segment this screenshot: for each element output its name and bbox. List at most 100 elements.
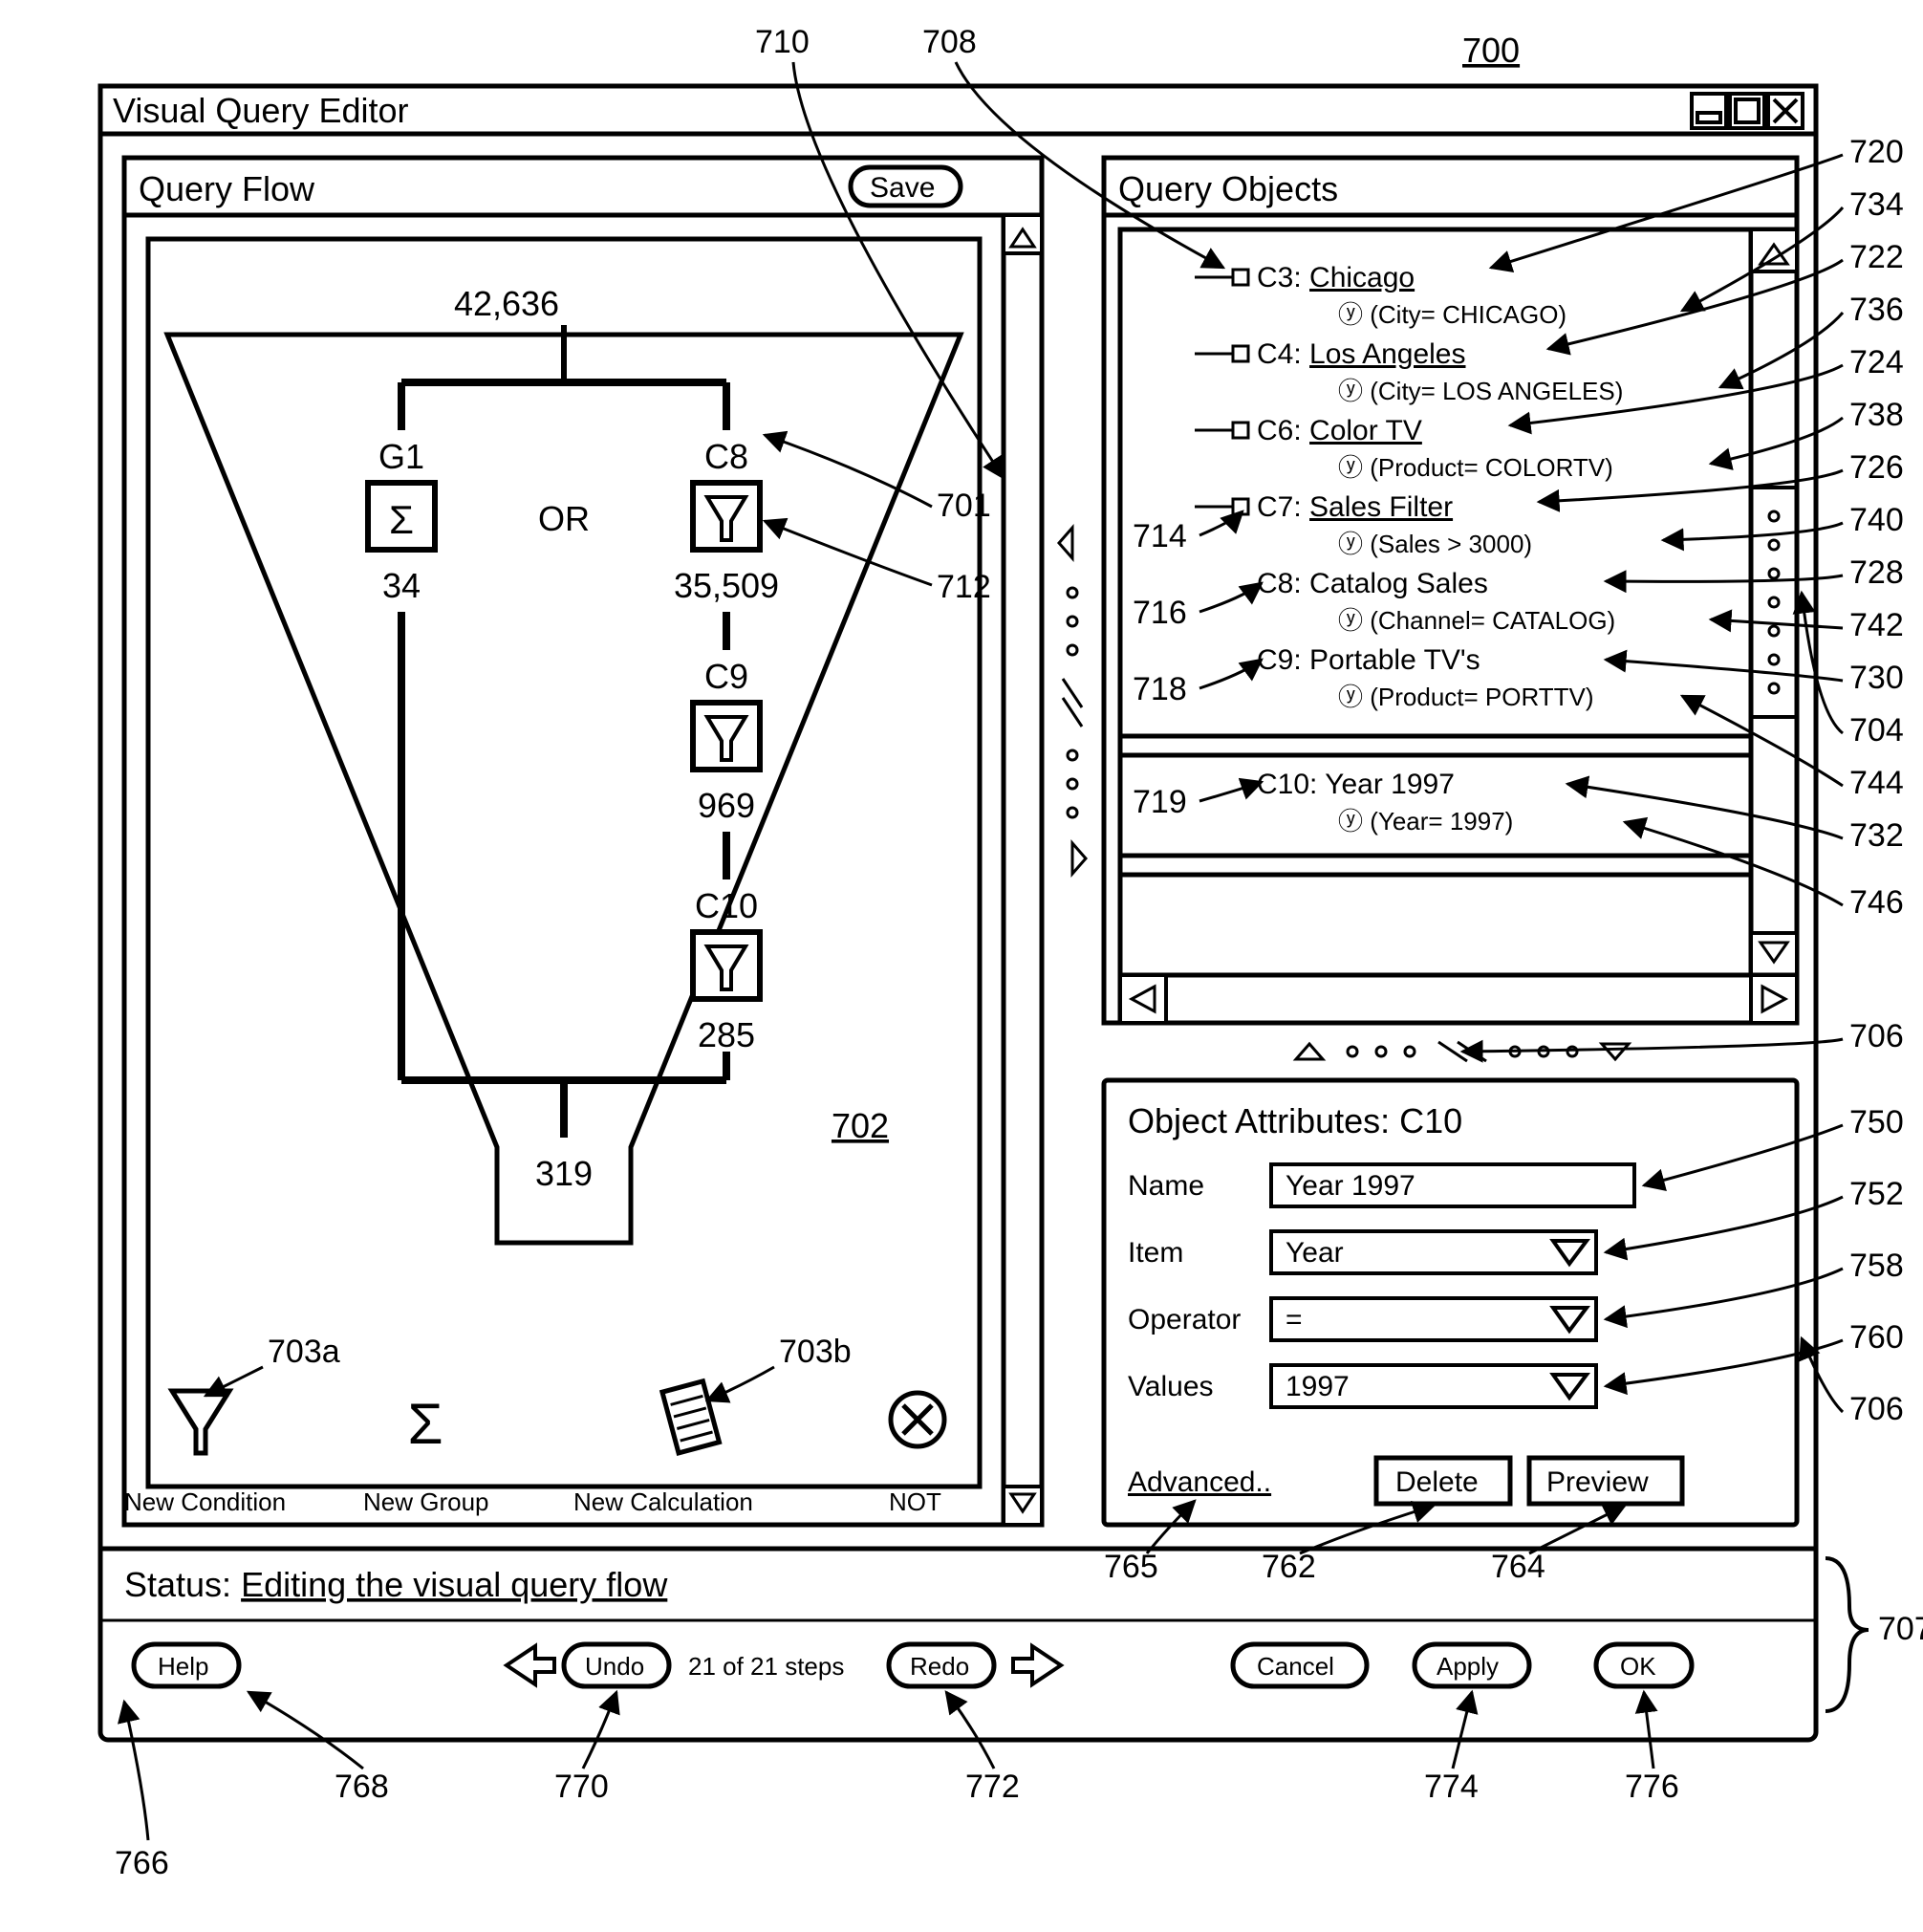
svg-text:C9: Portable TV's: C9: Portable TV's [1257, 644, 1480, 676]
svg-text:710: 710 [755, 24, 810, 60]
svg-text:C7: Sales Filter: C7: Sales Filter [1257, 491, 1453, 523]
scroll-down-icon[interactable] [1004, 1487, 1042, 1525]
svg-text:744: 744 [1849, 765, 1904, 801]
new-group-label: New Group [363, 1487, 489, 1516]
svg-text:719: 719 [1133, 784, 1187, 820]
svg-text:Undo: Undo [585, 1652, 644, 1681]
c8-node[interactable] [693, 483, 760, 550]
svg-text:1997: 1997 [1286, 1371, 1350, 1402]
g1-value: 34 [382, 566, 421, 605]
svg-text:770: 770 [554, 1769, 609, 1805]
svg-text:726: 726 [1849, 449, 1904, 486]
svg-text:Redo: Redo [910, 1652, 969, 1681]
window-title: Visual Query Editor [113, 91, 408, 130]
svg-text:Preview: Preview [1546, 1466, 1649, 1498]
new-condition-label: New Condition [124, 1487, 286, 1516]
svg-text:701: 701 [937, 488, 991, 524]
svg-text:772: 772 [965, 1769, 1020, 1805]
apply-button[interactable]: Apply [1415, 1644, 1529, 1686]
svg-text:732: 732 [1849, 817, 1904, 854]
advanced-link[interactable]: Advanced.. [1128, 1466, 1271, 1498]
svg-text:Save: Save [870, 172, 935, 204]
svg-text:714: 714 [1133, 518, 1187, 554]
svg-text:Year 1997: Year 1997 [1286, 1170, 1415, 1202]
svg-text:707: 707 [1878, 1611, 1923, 1647]
g1-node[interactable]: Σ [368, 483, 435, 550]
cancel-button[interactable]: Cancel [1233, 1644, 1367, 1686]
svg-text:774: 774 [1424, 1769, 1479, 1805]
svg-text:740: 740 [1849, 502, 1904, 538]
svg-text:730: 730 [1849, 660, 1904, 696]
not-label: NOT [889, 1487, 941, 1516]
svg-text:764: 764 [1491, 1549, 1545, 1585]
new-group-button[interactable]: Σ [407, 1392, 443, 1456]
svg-text:760: 760 [1849, 1319, 1904, 1356]
not-button[interactable] [891, 1393, 944, 1446]
svg-text:C6: Color TV: C6: Color TV [1257, 415, 1422, 446]
svg-text:776: 776 [1625, 1769, 1679, 1805]
svg-text:Apply: Apply [1437, 1652, 1499, 1681]
svg-text:752: 752 [1849, 1176, 1904, 1212]
svg-text:762: 762 [1262, 1549, 1316, 1585]
name-input[interactable]: Year 1997 [1271, 1164, 1634, 1206]
svg-text:ⓨ (Channel= CATALOG): ⓨ (Channel= CATALOG) [1338, 606, 1615, 635]
c9-label: C9 [704, 657, 748, 696]
panel-702-label: 702 [832, 1106, 889, 1145]
svg-text:722: 722 [1849, 239, 1904, 275]
query-objects-title: Query Objects [1118, 169, 1338, 208]
funnel-diagram: 42,636 G1 Σ 34 OR C8 35,509 [148, 239, 980, 1487]
svg-text:Year: Year [1286, 1237, 1344, 1269]
svg-text:765: 765 [1104, 1549, 1158, 1585]
main-window: Visual Query Editor Query Flow Save 42,6… [100, 86, 1816, 1740]
svg-text:C4: Los Angeles: C4: Los Angeles [1257, 338, 1466, 370]
values-select[interactable]: 1997 [1271, 1365, 1596, 1407]
svg-text:716: 716 [1133, 595, 1187, 631]
object-attributes-panel: Object Attributes: C10 Name Year 1997 It… [1104, 1080, 1797, 1525]
undo-button[interactable]: Undo [564, 1644, 669, 1686]
c10-label: C10 [695, 886, 758, 925]
svg-text:703b: 703b [779, 1334, 852, 1370]
operator-select[interactable]: = [1271, 1298, 1596, 1340]
save-button[interactable]: Save [851, 167, 961, 206]
svg-text:736: 736 [1849, 292, 1904, 328]
delete-button[interactable]: Delete [1376, 1458, 1510, 1504]
preview-button[interactable]: Preview [1529, 1458, 1682, 1504]
c9-node[interactable] [693, 703, 760, 770]
item-select[interactable]: Year [1271, 1231, 1596, 1273]
operator-label: Operator [1128, 1304, 1241, 1335]
svg-text:Cancel: Cancel [1257, 1652, 1334, 1681]
svg-text:Σ: Σ [407, 1392, 443, 1456]
funnel-bottom-value: 319 [535, 1154, 593, 1193]
or-label: OR [538, 499, 590, 538]
svg-text:706: 706 [1849, 1391, 1904, 1427]
help-button[interactable]: Help [134, 1644, 239, 1686]
item-label: Item [1128, 1237, 1183, 1269]
svg-text:708: 708 [922, 24, 977, 60]
name-label: Name [1128, 1170, 1204, 1202]
svg-text:724: 724 [1849, 344, 1904, 380]
svg-text:=: = [1286, 1304, 1303, 1335]
svg-text:704: 704 [1849, 712, 1904, 749]
sigma-icon: Σ [389, 497, 414, 542]
svg-text:720: 720 [1849, 134, 1904, 170]
steps-label: 21 of 21 steps [688, 1652, 844, 1681]
svg-text:768: 768 [335, 1769, 389, 1805]
svg-text:742: 742 [1849, 607, 1904, 643]
svg-text:C10: Year 1997: C10: Year 1997 [1257, 769, 1455, 800]
svg-text:ⓨ (Product= PORTTV): ⓨ (Product= PORTTV) [1338, 683, 1594, 711]
redo-button[interactable]: Redo [889, 1644, 994, 1686]
c9-value: 969 [698, 786, 755, 825]
svg-text:734: 734 [1849, 186, 1904, 223]
ok-button[interactable]: OK [1596, 1644, 1692, 1686]
status-bar: Status: Editing the visual query flow [124, 1565, 668, 1604]
svg-text:ⓨ (Product= COLORTV): ⓨ (Product= COLORTV) [1338, 453, 1613, 482]
funnel-top-value: 42,636 [454, 284, 559, 323]
svg-text:ⓨ (City= LOS ANGELES): ⓨ (City= LOS ANGELES) [1338, 377, 1623, 405]
svg-text:C8: Catalog Sales: C8: Catalog Sales [1257, 568, 1488, 599]
svg-text:750: 750 [1849, 1104, 1904, 1140]
svg-text:746: 746 [1849, 884, 1904, 921]
c10-node[interactable] [693, 932, 760, 999]
svg-text:728: 728 [1849, 554, 1904, 591]
query-flow-panel: Query Flow Save 42,636 G1 Σ [124, 158, 1042, 1525]
figure-label: 700 [1462, 31, 1520, 70]
